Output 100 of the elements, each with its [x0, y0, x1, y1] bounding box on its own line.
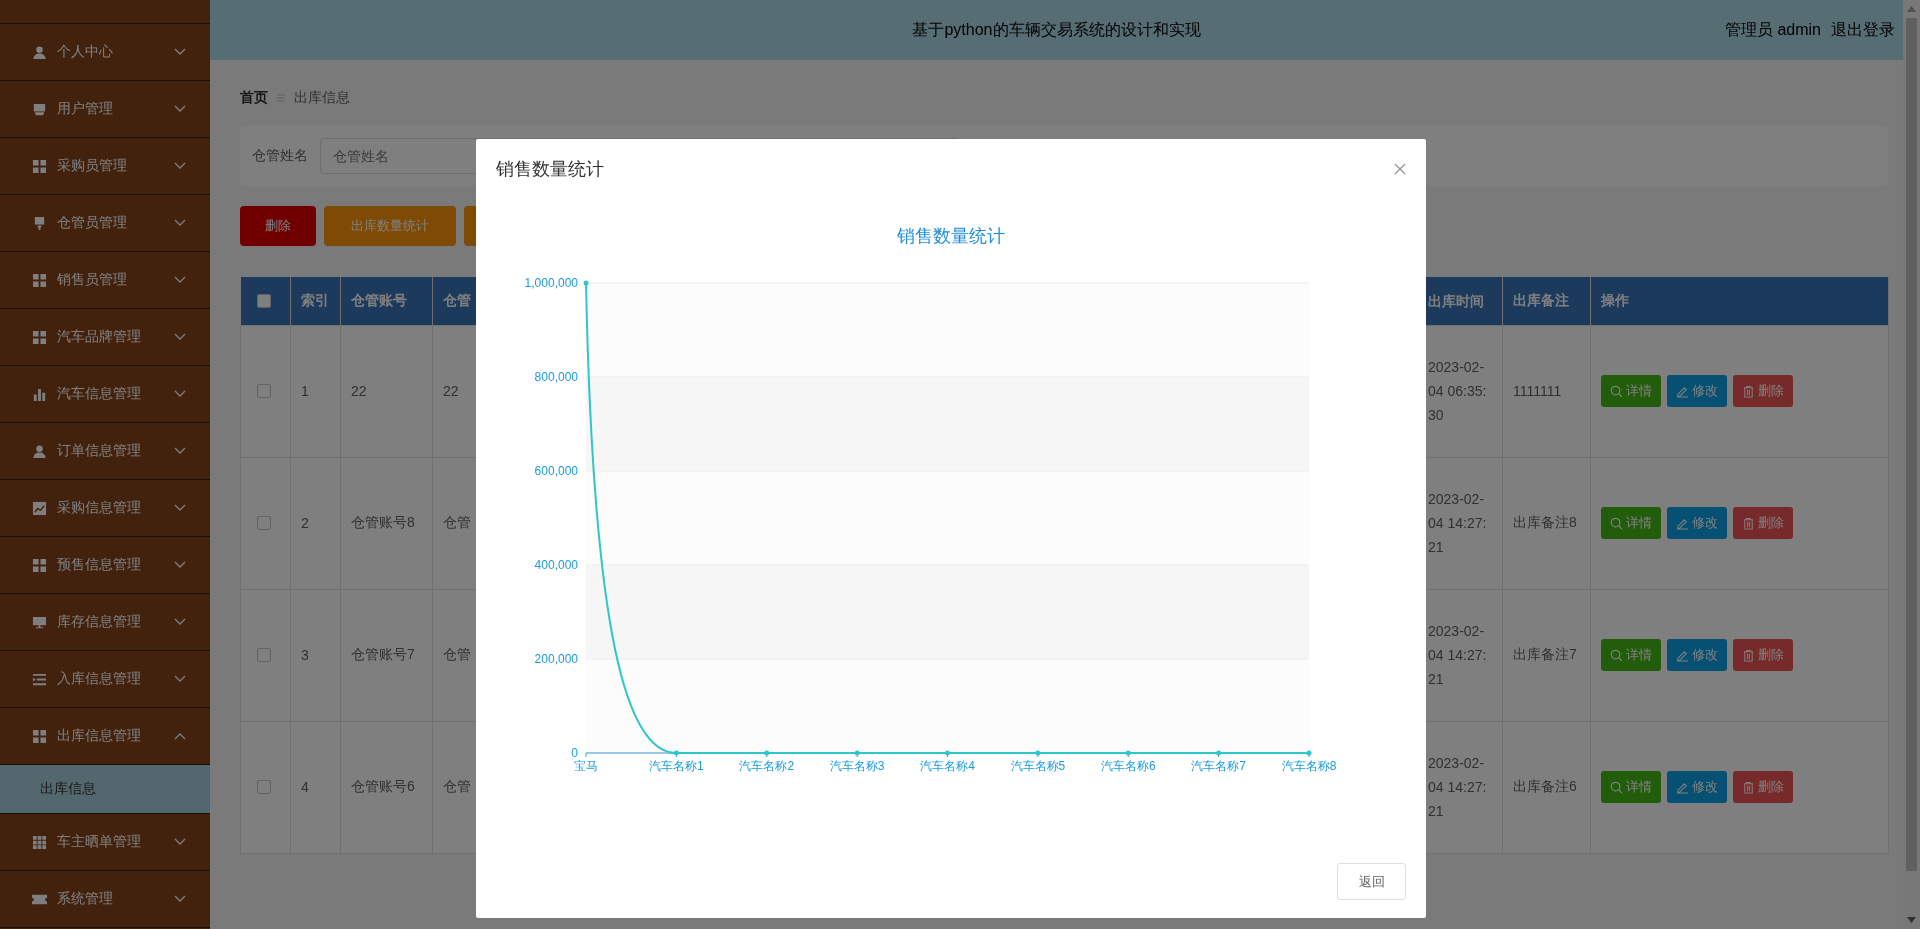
- column-header: 仓管账号: [340, 277, 433, 325]
- sidebar-label: 车主晒单管理: [57, 833, 142, 851]
- sidebar-label: 订单信息管理: [57, 442, 142, 460]
- delete-button[interactable]: 删除: [1733, 507, 1793, 539]
- sidebar-label: 库存信息管理: [57, 613, 142, 631]
- sidebar-label: 销售员管理: [57, 271, 128, 289]
- delete-button[interactable]: 删除: [1733, 771, 1793, 803]
- table-cell: 22: [340, 325, 433, 457]
- data-point: [673, 750, 679, 756]
- scrollbar-thumb[interactable]: [1906, 18, 1917, 871]
- search-icon: [1610, 648, 1623, 662]
- pencil-icon: [1676, 384, 1689, 398]
- sidebar-label: 出库信息管理: [57, 727, 142, 745]
- table-cell: 1111111: [1502, 325, 1591, 457]
- details-button[interactable]: 详情: [1601, 375, 1661, 407]
- details-button[interactable]: 详情: [1601, 507, 1661, 539]
- axis-label: 汽车名称1: [649, 759, 704, 773]
- brush-icon: [32, 215, 47, 231]
- trash-icon: [1742, 516, 1755, 530]
- edit-button[interactable]: 修改: [1667, 375, 1727, 407]
- grid-icon: [32, 557, 47, 573]
- data-point: [1035, 750, 1041, 756]
- checkbox[interactable]: [257, 648, 271, 662]
- axis-label: 200,000: [534, 652, 578, 666]
- table-cell: 出库备注6: [1502, 721, 1591, 853]
- table-cell: 2: [290, 457, 341, 589]
- column-header: 出库备注: [1502, 277, 1591, 325]
- down-arrow-icon[interactable]: [1907, 917, 1916, 923]
- axis-label: 0: [571, 746, 578, 760]
- sidebar-label: 个人中心: [57, 43, 114, 61]
- edit-button[interactable]: 修改: [1667, 507, 1727, 539]
- axis-label: 800,000: [534, 370, 578, 384]
- person-icon: [32, 443, 47, 459]
- grid-icon: [32, 728, 47, 744]
- sidebar-label: 汽车信息管理: [57, 385, 142, 403]
- close-icon[interactable]: [1394, 163, 1406, 175]
- back-button[interactable]: 返回: [1337, 863, 1406, 900]
- table-cell: 出库备注7: [1502, 589, 1591, 721]
- dialog-title: 销售数量统计: [496, 158, 604, 181]
- delete-button[interactable]: 删除: [240, 206, 316, 246]
- sidebar-subitem[interactable]: 出库信息: [0, 765, 210, 814]
- checkbox[interactable]: [256, 293, 271, 308]
- table-cell: 仓管账号6: [340, 721, 433, 853]
- delete-button[interactable]: 删除: [1733, 639, 1793, 671]
- axis-label: 宝马: [574, 759, 598, 773]
- grid-icon: [32, 329, 47, 345]
- logout-link[interactable]: 退出登录: [1831, 19, 1895, 41]
- sidebar-label: 预售信息管理: [57, 556, 142, 574]
- axis-label: 汽车名称5: [1010, 759, 1066, 773]
- table-cell: 仓管账号7: [340, 589, 433, 721]
- list-icon: [32, 671, 47, 687]
- app-title: 基于python的车辆交易系统的设计和实现: [912, 19, 1201, 40]
- edit-button[interactable]: 修改: [1667, 639, 1727, 671]
- table-cell: 出库备注8: [1502, 457, 1591, 589]
- field-label: 仓管姓名: [252, 147, 308, 165]
- axis-label: 汽车名称8: [1281, 759, 1337, 773]
- details-button[interactable]: 详情: [1601, 771, 1661, 803]
- data-point: [1216, 750, 1222, 756]
- line-chart-icon: [32, 500, 47, 516]
- pencil-icon: [1676, 780, 1689, 794]
- delete-button[interactable]: 删除: [1733, 375, 1793, 407]
- grid-icon: [32, 272, 47, 288]
- sidebar-label: 用户管理: [57, 100, 114, 118]
- sidebar-label: 仓管员管理: [57, 214, 128, 232]
- axis-label: 汽车名称4: [920, 759, 975, 773]
- chart-title: 销售数量统计: [897, 226, 1005, 246]
- checkbox[interactable]: [257, 384, 271, 398]
- trash-icon: [1742, 384, 1755, 398]
- search-icon: [1610, 384, 1623, 398]
- table-cell: 3: [290, 589, 341, 721]
- details-button[interactable]: 详情: [1601, 639, 1661, 671]
- sidebar-label: 采购员管理: [57, 157, 128, 175]
- scrollbar[interactable]: [1903, 0, 1920, 929]
- breadcrumb-link[interactable]: 首页: [240, 89, 268, 107]
- axis-label: 汽车名称3: [829, 759, 885, 773]
- axis-label: 1,000,000: [524, 276, 578, 290]
- axis-label: 汽车名称6: [1100, 759, 1156, 773]
- axis-label: 600,000: [534, 464, 578, 478]
- up-arrow-icon[interactable]: [1907, 6, 1916, 12]
- data-point: [764, 750, 770, 756]
- user-label: 管理员 admin: [1724, 19, 1821, 40]
- monitor-icon: [32, 614, 47, 630]
- bar-chart-icon: [32, 386, 47, 402]
- toolbar-button[interactable]: 出库数量统计: [324, 206, 456, 246]
- data-point: [583, 280, 589, 286]
- sidebar-label: 汽车品牌管理: [57, 328, 142, 346]
- checkbox[interactable]: [257, 516, 271, 530]
- data-point: [854, 750, 860, 756]
- column-header: 操作: [1590, 277, 1889, 325]
- data-point: [1306, 750, 1312, 756]
- pencil-icon: [1676, 648, 1689, 662]
- pencil-icon: [1676, 516, 1689, 530]
- edit-button[interactable]: 修改: [1667, 771, 1727, 803]
- data-point: [945, 750, 950, 756]
- data-point: [1125, 750, 1131, 756]
- trash-icon: [1742, 648, 1755, 662]
- sidebar-label: 入库信息管理: [57, 670, 142, 688]
- table-cell: 4: [290, 721, 341, 853]
- checkbox[interactable]: [257, 780, 271, 794]
- trash-icon: [1742, 780, 1755, 794]
